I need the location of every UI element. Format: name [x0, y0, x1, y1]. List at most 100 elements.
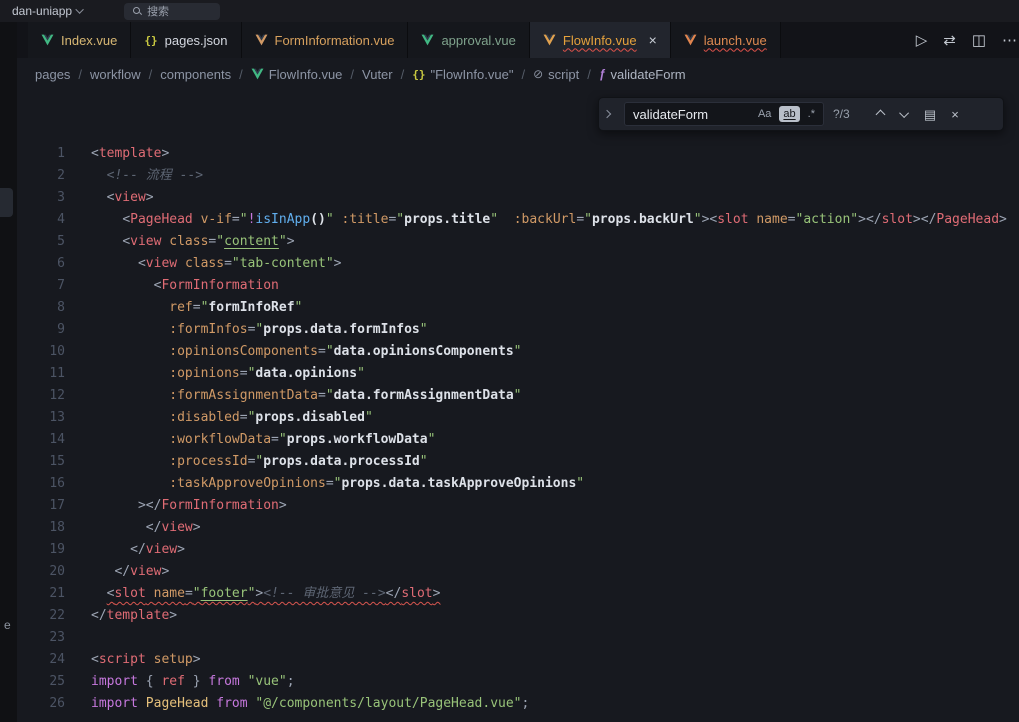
- code-line[interactable]: 3 <view>: [17, 187, 1019, 209]
- tab-label: pages.json: [165, 33, 228, 48]
- code-line[interactable]: 9 :formInfos="props.data.formInfos": [17, 319, 1019, 341]
- line-number: 25: [17, 671, 65, 693]
- code-line[interactable]: 23: [17, 627, 1019, 649]
- breadcrumb-label: Vuter: [362, 67, 393, 82]
- breadcrumb-item-validateform[interactable]: ƒ validateForm: [599, 67, 686, 82]
- breadcrumb-separator: /: [521, 67, 525, 82]
- code-line[interactable]: 7 <FormInformation: [17, 275, 1019, 297]
- code-line[interactable]: 20 </view>: [17, 561, 1019, 583]
- tab-bar: Index.vue {} pages.json FormInformation.vue…: [17, 22, 1019, 58]
- line-number: 3: [17, 187, 65, 209]
- tab-forminformation-vue[interactable]: FormInformation.vue: [242, 22, 409, 58]
- close-find-button[interactable]: ×: [947, 106, 963, 122]
- line-number: 21: [17, 583, 65, 605]
- breadcrumb-separator: /: [239, 67, 243, 82]
- code-line-text: ></FormInformation>: [138, 495, 287, 517]
- previous-match-button[interactable]: [872, 106, 888, 122]
- toggle-replace-button[interactable]: [599, 98, 615, 130]
- code-line[interactable]: 12 :formAssignmentData="data.formAssignm…: [17, 385, 1019, 407]
- breadcrumb-item-pages[interactable]: pages: [35, 67, 70, 82]
- code-line[interactable]: 8 ref="formInfoRef": [17, 297, 1019, 319]
- code-line-text: :formInfos="props.data.formInfos": [169, 319, 427, 341]
- tab-label: FormInformation.vue: [275, 33, 395, 48]
- code-line[interactable]: 26import PageHead from "@/components/lay…: [17, 693, 1019, 715]
- code-line[interactable]: 25import { ref } from "vue";: [17, 671, 1019, 693]
- breadcrumb-item-components[interactable]: components: [160, 67, 231, 82]
- code-line[interactable]: 5 <view class="content">: [17, 231, 1019, 253]
- code-line-text: <template>: [91, 143, 169, 165]
- symbol-method-icon: ƒ: [599, 68, 606, 80]
- tab-flowinfo-vue[interactable]: FlowInfo.vue ×: [530, 22, 671, 58]
- code-line[interactable]: 17 ></FormInformation>: [17, 495, 1019, 517]
- code-line-text: <PageHead v-if="!isInApp()" :title="prop…: [122, 209, 1007, 231]
- code-line[interactable]: 2 <!-- 流程 -->: [17, 165, 1019, 187]
- sidebar-marker[interactable]: [0, 188, 13, 217]
- code-line-text: :opinions="data.opinions": [169, 363, 365, 385]
- json-icon: {}: [144, 35, 157, 46]
- tab-strip: Index.vue {} pages.json FormInformation.vue…: [28, 22, 781, 58]
- match-case-button[interactable]: Aa: [754, 106, 775, 122]
- split-editor-button[interactable]: ◫: [972, 33, 986, 48]
- line-number: 15: [17, 451, 65, 473]
- tab-launch-vue[interactable]: launch.vue: [671, 22, 781, 58]
- tab-label: FlowInfo.vue: [563, 33, 637, 48]
- code-line[interactable]: 15 :processId="props.data.processId": [17, 451, 1019, 473]
- regex-button[interactable]: .*: [804, 106, 819, 122]
- breadcrumb-label: workflow: [90, 67, 141, 82]
- close-icon[interactable]: ×: [649, 33, 657, 47]
- vue-icon: [255, 34, 268, 46]
- whole-word-button[interactable]: ab: [779, 106, 799, 122]
- line-number: 26: [17, 693, 65, 715]
- breadcrumb: pages/workflow/components/FlowInfo.vue/V…: [17, 58, 1019, 90]
- code-line[interactable]: 18 </view>: [17, 517, 1019, 539]
- code-line-text: :taskApproveOpinions="props.data.taskApp…: [169, 473, 584, 495]
- code-line[interactable]: 14 :workflowData="props.workflowData": [17, 429, 1019, 451]
- vue-icon: [543, 34, 556, 46]
- code-line[interactable]: 11 :opinions="data.opinions": [17, 363, 1019, 385]
- breadcrumb-item-workflow[interactable]: workflow: [90, 67, 141, 82]
- tab-label: launch.vue: [704, 33, 767, 48]
- code-line[interactable]: 21 <slot name="footer"><!-- 审批意见 --></sl…: [17, 583, 1019, 605]
- title-bar: dan-uniapp 搜索: [0, 0, 1019, 22]
- breadcrumb-item-vuter[interactable]: Vuter: [362, 67, 393, 82]
- code-line-text: :disabled="props.disabled": [169, 407, 373, 429]
- more-actions-button[interactable]: ⋯: [1002, 33, 1017, 48]
- find-in-selection-button[interactable]: ▤: [922, 106, 938, 122]
- next-match-button[interactable]: [897, 106, 913, 122]
- code-line[interactable]: 24<script setup>: [17, 649, 1019, 671]
- project-menu[interactable]: dan-uniapp: [6, 4, 90, 18]
- left-sidebar-edge: e: [0, 22, 17, 722]
- tab-pages-json[interactable]: {} pages.json: [131, 22, 241, 58]
- breadcrumb-label: pages: [35, 67, 70, 82]
- breadcrumb-item-flowinfo-vue[interactable]: FlowInfo.vue: [251, 67, 343, 82]
- vscode-window: dan-uniapp 搜索 e Index.vue {} pages.json For…: [0, 0, 1019, 722]
- tab-index-vue[interactable]: Index.vue: [28, 22, 131, 58]
- tab-approval-vue[interactable]: approval.vue: [408, 22, 529, 58]
- open-changes-button[interactable]: ⇄: [943, 33, 956, 48]
- code-line[interactable]: 19 </view>: [17, 539, 1019, 561]
- code-line[interactable]: 10 :opinionsComponents="data.opinionsCom…: [17, 341, 1019, 363]
- run-button[interactable]: ▷: [916, 33, 928, 48]
- line-number: 4: [17, 209, 65, 231]
- breadcrumb-item-script[interactable]: ⊘script: [533, 67, 579, 82]
- line-number: 14: [17, 429, 65, 451]
- code-line[interactable]: 4 <PageHead v-if="!isInApp()" :title="pr…: [17, 209, 1019, 231]
- code-line[interactable]: 22</template>: [17, 605, 1019, 627]
- breadcrumb-label: validateForm: [611, 67, 686, 82]
- code-line-text: </template>: [91, 605, 177, 627]
- code-line[interactable]: 13 :disabled="props.disabled": [17, 407, 1019, 429]
- editor-pane[interactable]: 1 <template>2 <!-- 流程 -->3 <view>4 <PageH…: [17, 90, 1019, 722]
- breadcrumb-separator: /: [350, 67, 354, 82]
- code-lines: 1 <template>2 <!-- 流程 -->3 <view>4 <PageH…: [17, 90, 1019, 715]
- find-input[interactable]: [633, 107, 750, 122]
- chevron-down-icon: [899, 108, 909, 118]
- command-center-search[interactable]: 搜索: [124, 3, 220, 20]
- code-line[interactable]: 16 :taskApproveOpinions="props.data.task…: [17, 473, 1019, 495]
- code-line[interactable]: 6 <view class="tab-content">: [17, 253, 1019, 275]
- code-line-text: <view class="tab-content">: [138, 253, 342, 275]
- project-name: dan-uniapp: [12, 4, 72, 18]
- line-number: 1: [17, 143, 65, 165]
- code-line[interactable]: 1 <template>: [17, 143, 1019, 165]
- breadcrumb-item--flowinfo-vue-[interactable]: {}"FlowInfo.vue": [412, 67, 513, 82]
- vue-icon: [41, 34, 54, 46]
